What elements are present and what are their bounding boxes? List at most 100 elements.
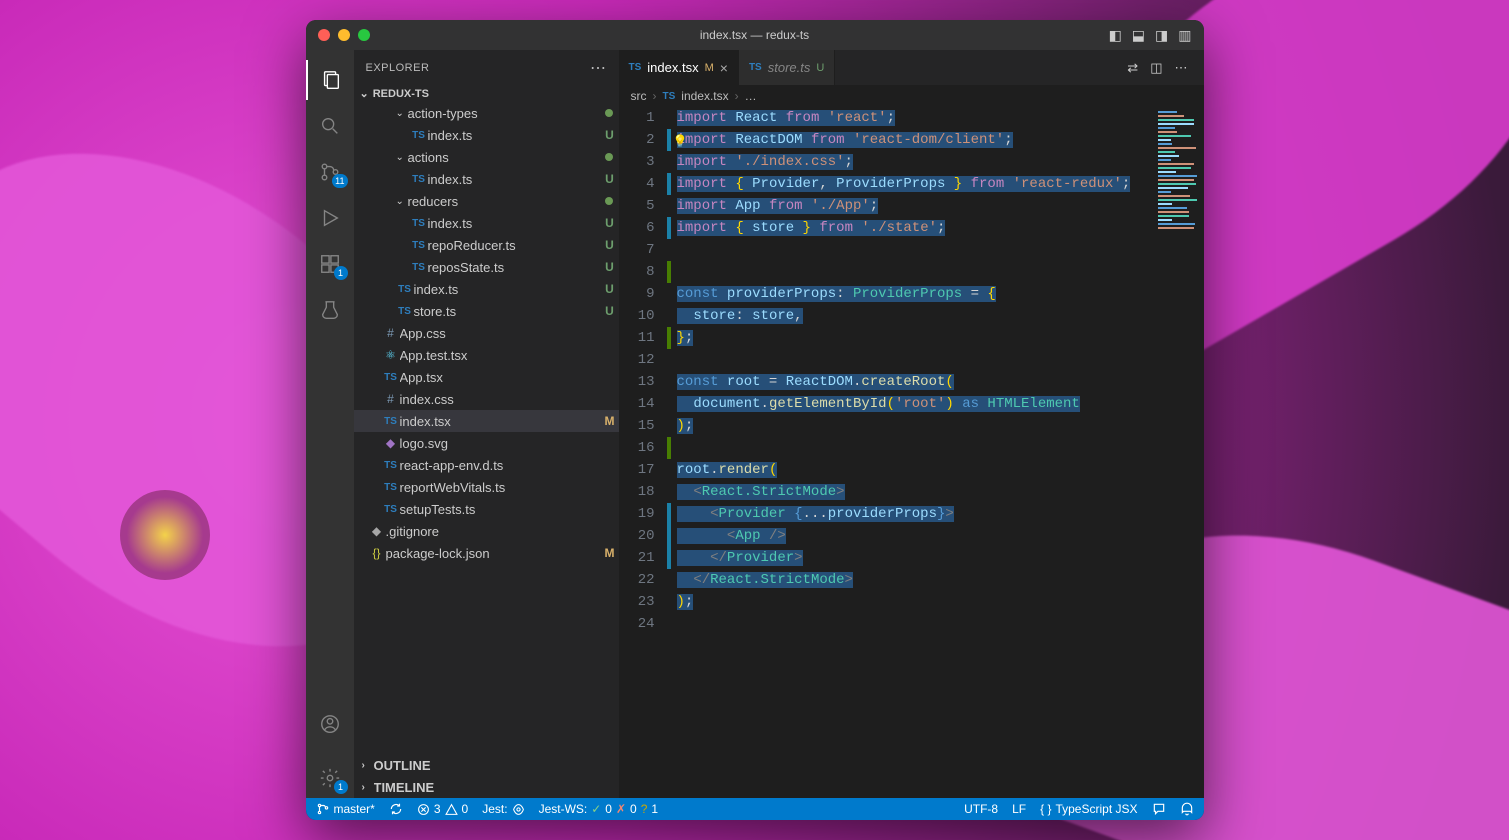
lightbulb-icon[interactable]: 💡 [673,131,688,153]
minimap[interactable] [1154,107,1204,798]
editor-tab[interactable]: TSindex.tsxM× [619,50,739,85]
file-tree-item[interactable]: TSsetupTests.ts [354,498,619,520]
layout-icon[interactable]: ▥ [1178,27,1191,44]
close-tab-icon[interactable]: × [720,60,728,76]
code-line[interactable] [677,261,1204,283]
notifications-icon[interactable] [1180,802,1194,816]
code-line[interactable]: ); [677,591,1204,613]
source-control-activity[interactable]: 11 [306,152,354,192]
code-line[interactable]: <App /> [677,525,1204,547]
code-line[interactable]: <Provider {...providerProps}> [677,503,1204,525]
panel-left-icon[interactable]: ◧ [1109,27,1122,44]
jest-ws-status[interactable]: Jest-WS: ✓0 ✗0 ?1 [539,802,659,816]
file-name: .gitignore [386,524,619,539]
explorer-activity[interactable] [306,60,354,100]
file-tree-item[interactable]: ⌄action-types [354,102,619,124]
file-tree-item[interactable]: TSindex.tsU [354,278,619,300]
file-tree-item[interactable]: TSreposState.tsU [354,256,619,278]
explorer-more-icon[interactable]: ⋯ [590,58,607,78]
run-debug-activity[interactable] [306,198,354,238]
outline-section[interactable]: › OUTLINE [354,754,619,776]
minimize-window-button[interactable] [338,29,350,41]
jest-status[interactable]: Jest: [482,802,524,816]
file-tree-item[interactable]: TSindex.tsU [354,168,619,190]
search-activity[interactable] [306,106,354,146]
file-tree-item[interactable]: {}package-lock.jsonM [354,542,619,564]
compare-icon[interactable]: ⇄ [1127,60,1138,76]
split-editor-icon[interactable]: ◫ [1150,60,1162,76]
code-line[interactable]: </Provider> [677,547,1204,569]
file-tree-item[interactable]: ⚛App.test.tsx [354,344,619,366]
code-line[interactable]: import App from './App'; [677,195,1204,217]
code-line[interactable]: }; [677,327,1204,349]
accounts-activity[interactable] [306,704,354,744]
chevron-right-icon: › [735,89,739,103]
file-tree-item[interactable]: TSrepoReducer.tsU [354,234,619,256]
code-editor[interactable]: 123456789101112131415161718192021222324 … [619,107,1204,798]
more-icon[interactable]: ⋯ [1175,60,1188,76]
timeline-section[interactable]: › TIMELINE [354,776,619,798]
zoom-window-button[interactable] [358,29,370,41]
code-line[interactable]: const root = ReactDOM.createRoot( [677,371,1204,393]
code-line[interactable]: const providerProps: ProviderProps = { [677,283,1204,305]
settings-activity[interactable]: 1 [306,758,354,798]
editor-group: TSindex.tsxM×TSstore.tsU ⇄ ◫ ⋯ src › TS … [619,50,1204,798]
close-window-button[interactable] [318,29,330,41]
code-line[interactable] [677,613,1204,635]
breadcrumbs[interactable]: src › TS index.tsx › … [619,85,1204,107]
code-line[interactable]: <React.StrictMode> [677,481,1204,503]
code-line[interactable]: ); [677,415,1204,437]
problems-status[interactable]: 3 0 [417,802,468,816]
code-line[interactable]: import React from 'react'; [677,107,1204,129]
git-branch-status[interactable]: master* [316,802,375,816]
file-name: setupTests.ts [400,502,619,517]
code-line[interactable]: </React.StrictMode> [677,569,1204,591]
extensions-activity[interactable]: 1 [306,244,354,284]
code-content[interactable]: 💡 import React from 'react';import React… [671,107,1204,798]
code-line[interactable]: import ReactDOM from 'react-dom/client'; [677,129,1204,151]
file-tree-item[interactable]: TSindex.tsU [354,124,619,146]
file-tree[interactable]: ⌄action-typesTSindex.tsU⌄actionsTSindex.… [354,102,619,564]
file-tree-item[interactable]: TSindex.tsxM [354,410,619,432]
encoding-status[interactable]: UTF-8 [964,802,998,816]
sync-status[interactable] [389,802,403,816]
file-tree-item[interactable]: TSreact-app-env.d.ts [354,454,619,476]
file-tree-item[interactable]: ◆.gitignore [354,520,619,542]
editor-tab[interactable]: TSstore.tsU [739,50,835,85]
code-line[interactable]: document.getElementById('root') as HTMLE… [677,393,1204,415]
file-tree-item[interactable]: TSstore.tsU [354,300,619,322]
file-tree-item[interactable]: #index.css [354,388,619,410]
file-tree-item[interactable]: ⌄actions [354,146,619,168]
testing-activity[interactable] [306,290,354,330]
code-line[interactable]: root.render( [677,459,1204,481]
language-status[interactable]: { }TypeScript JSX [1040,802,1137,816]
code-line[interactable] [677,239,1204,261]
feedback-icon[interactable] [1152,802,1166,816]
eol-status[interactable]: LF [1012,802,1026,816]
git-status-badge: U [601,216,619,230]
breadcrumb-item[interactable]: … [745,89,757,103]
json-file-icon: {} [368,546,386,560]
file-tree-item[interactable]: #App.css [354,322,619,344]
code-line[interactable] [677,349,1204,371]
desktop-background: index.tsx — redux-ts ◧ ⬓ ◨ ▥ 11 [0,0,1509,840]
file-tree-item[interactable]: TSindex.tsU [354,212,619,234]
file-tree-item[interactable]: TSreportWebVitals.ts [354,476,619,498]
code-line[interactable]: import { Provider, ProviderProps } from … [677,173,1204,195]
breadcrumb-item[interactable]: index.tsx [681,89,728,103]
code-line[interactable]: store: store, [677,305,1204,327]
file-name: index.ts [428,172,601,187]
file-tree-item[interactable]: ⌄reducers [354,190,619,212]
folder-header[interactable]: ⌄ REDUX-TS [354,85,619,102]
panel-bottom-icon[interactable]: ⬓ [1132,27,1145,44]
breadcrumb-item[interactable]: src [631,89,647,103]
file-tree-item[interactable]: TSApp.tsx [354,366,619,388]
tab-label: store.ts [768,60,811,75]
panel-right-icon[interactable]: ◨ [1155,27,1168,44]
ts-file-icon: TS [382,504,400,515]
code-line[interactable] [677,437,1204,459]
code-line[interactable]: import { store } from './state'; [677,217,1204,239]
file-tree-item[interactable]: ◆logo.svg [354,432,619,454]
ts-file-icon: TS [410,130,428,141]
code-line[interactable]: import './index.css'; [677,151,1204,173]
